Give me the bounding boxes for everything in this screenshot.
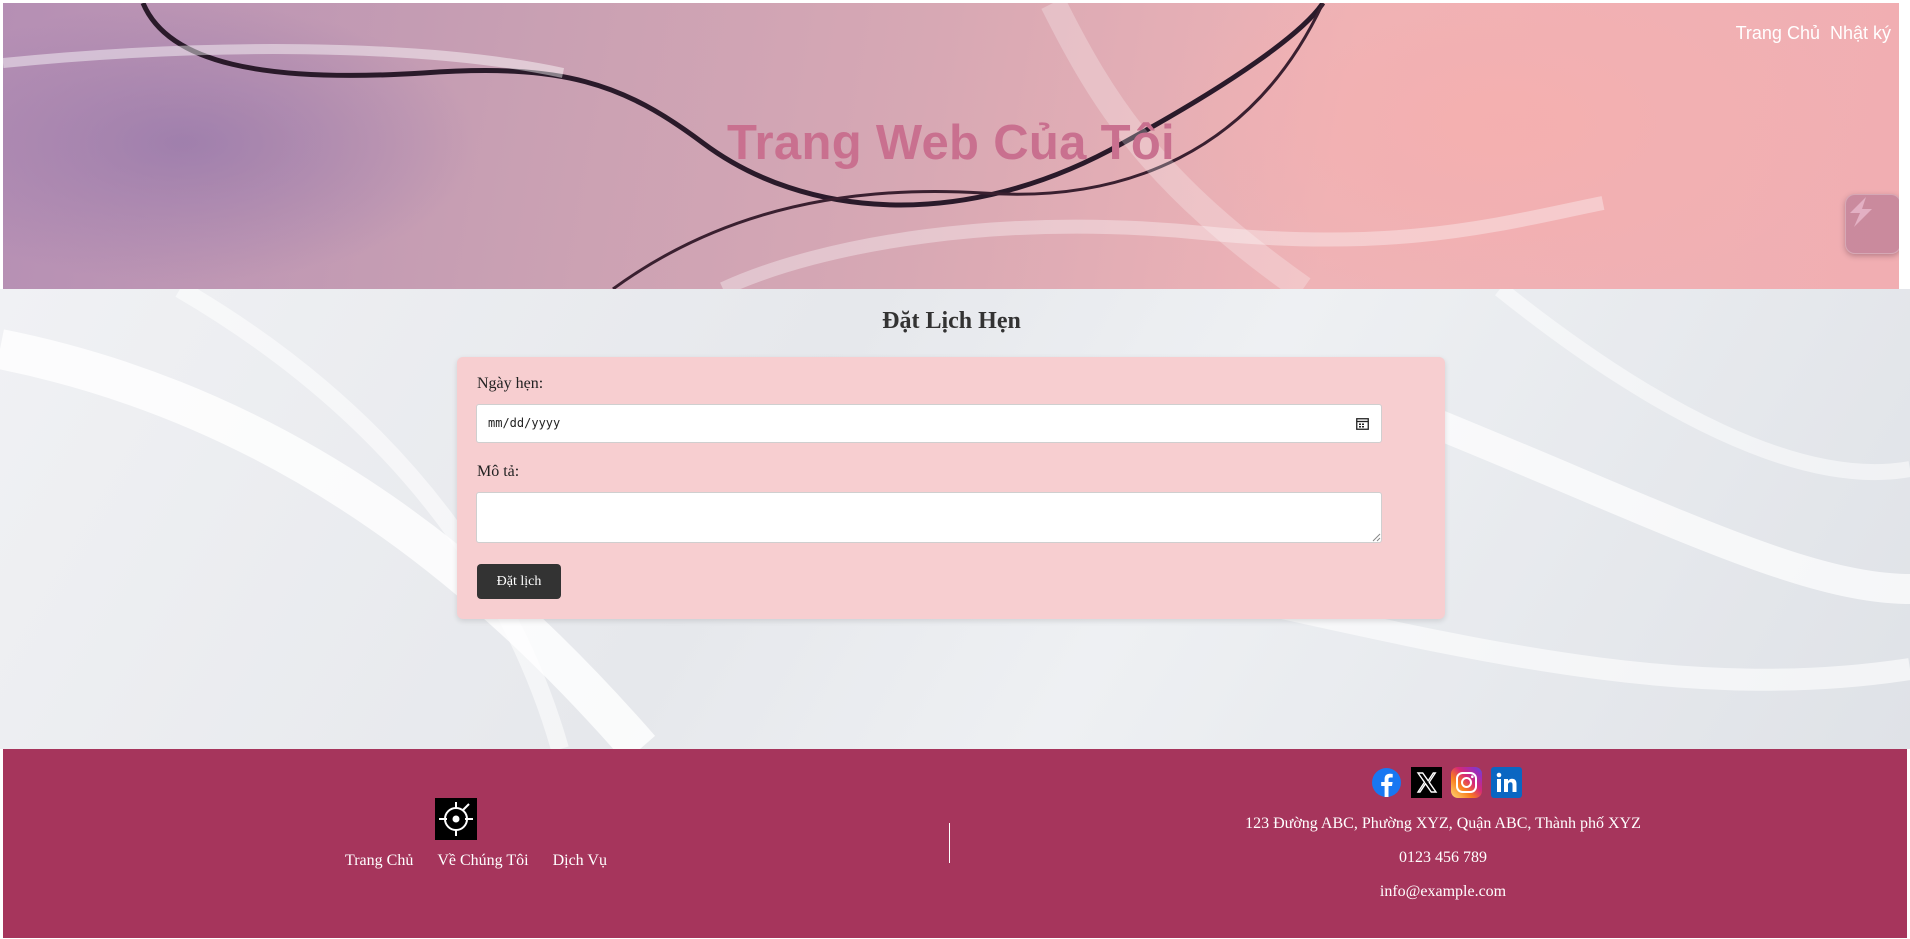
nav-link-home[interactable]: Trang Chủ <box>1736 23 1820 44</box>
site-title: Trang Web Của Tôi <box>727 116 1175 170</box>
nav-link-journal[interactable]: Nhật ký <box>1830 23 1891 44</box>
footer: Trang Chủ Về Chúng Tôi Dịch Vụ 123 Đường… <box>3 749 1907 938</box>
footer-divider <box>949 823 950 863</box>
footer-logo[interactable] <box>435 798 477 840</box>
footer-link-about[interactable]: Về Chúng Tôi <box>437 852 528 870</box>
footer-email[interactable]: info@example.com <box>1153 883 1733 901</box>
footer-phone: 0123 456 789 <box>1399 849 1487 866</box>
linkedin-icon[interactable] <box>1491 767 1522 798</box>
footer-link-home[interactable]: Trang Chủ <box>345 852 413 870</box>
footer-address: 123 Đường ABC, Phường XYZ, Quận ABC, Thà… <box>1245 815 1641 832</box>
description-textarea[interactable] <box>476 492 1382 543</box>
logo-icon <box>435 798 477 840</box>
resize-grip-icon[interactable] <box>1372 533 1381 542</box>
instagram-icon[interactable] <box>1451 767 1482 798</box>
date-label: Ngày hẹn: <box>477 375 544 392</box>
page-heading: Đặt Lịch Hẹn <box>882 308 1021 334</box>
social-links <box>1371 767 1522 798</box>
submit-button[interactable]: Đặt lịch <box>477 564 561 599</box>
facebook-icon[interactable] <box>1371 767 1402 798</box>
calendar-icon[interactable] <box>1356 417 1369 430</box>
floating-widget-button[interactable] <box>1845 194 1899 254</box>
header-nav: Trang Chủ Nhật ký <box>1736 23 1891 44</box>
description-label: Mô tả: <box>477 463 520 480</box>
footer-nav: Trang Chủ Về Chúng Tôi Dịch Vụ <box>345 852 607 870</box>
lightning-icon <box>1850 197 1872 227</box>
date-placeholder: mm/dd/yyyy <box>488 416 561 430</box>
x-twitter-icon[interactable] <box>1411 767 1442 798</box>
header-banner: Trang Chủ Nhật ký Trang Web Của Tôi <box>3 3 1899 289</box>
date-input[interactable]: mm/dd/yyyy <box>476 404 1382 443</box>
appointment-form: Ngày hẹn: mm/dd/yyyy Mô tả: Đặt lịch <box>457 357 1445 619</box>
footer-link-services[interactable]: Dịch Vụ <box>553 852 607 870</box>
